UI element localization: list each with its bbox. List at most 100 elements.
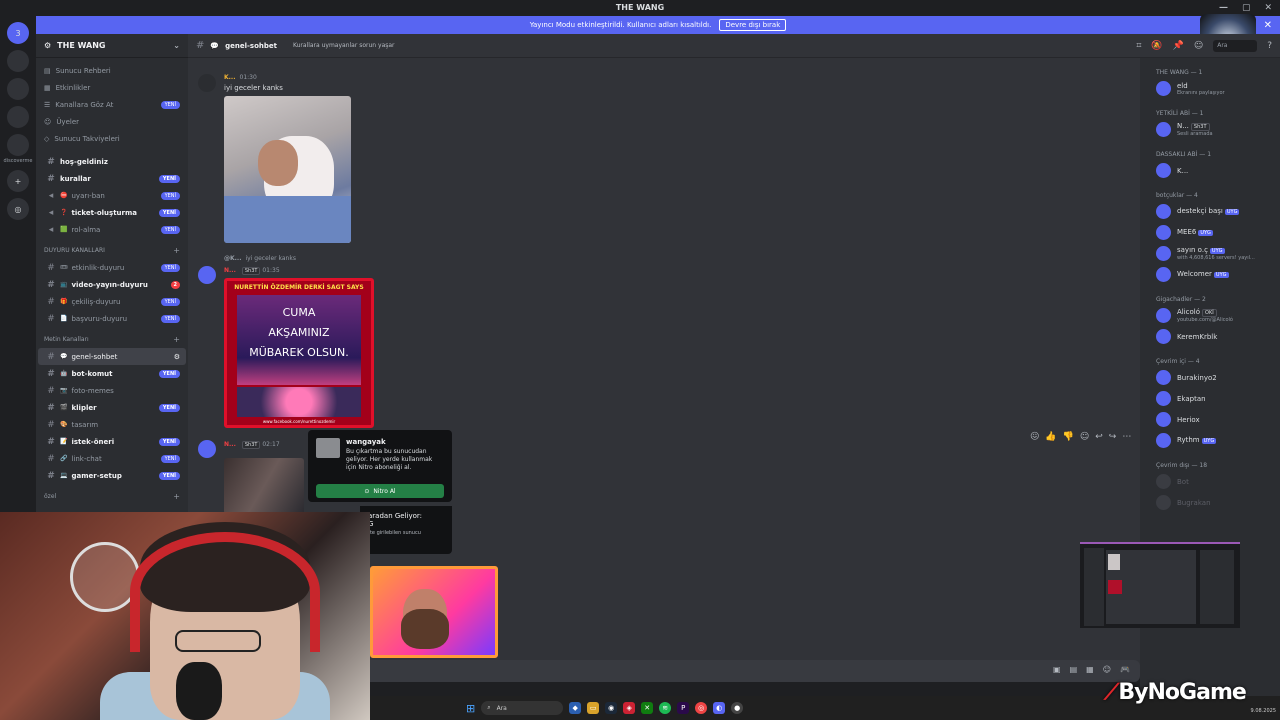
discord-icon[interactable]: ◐ [713, 702, 726, 714]
channel-ticket[interactable]: ◂ ❓ ticket-oluşturma YENİ [38, 204, 186, 221]
member-list-icon[interactable]: ☺ [1194, 41, 1203, 51]
apps-icon[interactable]: 🎮 [1120, 665, 1130, 674]
message-author[interactable]: N... [224, 267, 236, 274]
category-duyuru[interactable]: DUYURU KANALLARI + [36, 242, 188, 259]
premiere-icon[interactable]: P [677, 702, 690, 714]
obs-icon[interactable]: ● [731, 702, 744, 714]
close-window-icon[interactable]: ✕ [1264, 0, 1272, 16]
gif-icon[interactable]: ▤ [1070, 665, 1078, 674]
screen-share-preview[interactable] [1080, 542, 1240, 628]
server-icon[interactable] [7, 106, 29, 128]
add-channel-icon[interactable]: + [173, 335, 180, 344]
channel-link-chat[interactable]: # 🔗 link-chat YENİ [38, 450, 186, 467]
nav-browse-channels[interactable]: ☰ Kanallara Göz At YENİ [36, 96, 188, 113]
avatar[interactable] [198, 74, 216, 92]
channel-etkinlik-duyuru[interactable]: # 🎟 etkinlik-duyuru YENİ [38, 259, 186, 276]
message-composer[interactable]: ▣ ▤ ▦ ☺ 🎮 [360, 660, 1140, 682]
add-channel-icon[interactable]: + [173, 492, 180, 501]
member-item[interactable]: Bot [1140, 471, 1280, 492]
copilot-icon[interactable]: ◆ [569, 702, 582, 714]
channel-foto-memes[interactable]: # 📷 foto-memes [38, 382, 186, 399]
windows-start-icon[interactable]: ⊞ [466, 702, 475, 715]
member-item[interactable]: K... [1140, 160, 1280, 181]
get-nitro-button[interactable]: ⊙ Nitro Al [316, 484, 444, 498]
member-item[interactable]: Heriox [1140, 409, 1280, 430]
member-item[interactable]: KeremKrblk [1140, 326, 1280, 347]
member-item[interactable]: sayın o.ç UYG with 4,608,616 servers! yayı… [1140, 243, 1280, 264]
disable-streamer-mode-button[interactable]: Devre dışı bırak [719, 19, 787, 31]
avatar[interactable] [198, 440, 216, 458]
member-item[interactable]: eld Ekranını paylaşıyor [1140, 78, 1280, 99]
spotify-icon[interactable]: ≋ [659, 702, 672, 714]
channel-basvuru-duyuru[interactable]: # 📄 başvuru-duyuru YENİ [38, 310, 186, 327]
reply-preview[interactable]: @K... iyi geceler kanks [224, 255, 296, 262]
member-item[interactable]: Welcomer UYG [1140, 264, 1280, 285]
avatar[interactable] [198, 266, 216, 284]
server-icon[interactable] [7, 78, 29, 100]
channel-topic[interactable]: Kurallara uymayanlar sorun yaşar [293, 42, 395, 49]
dm-home-icon[interactable]: 3 [7, 22, 29, 44]
app-icon[interactable]: ◈ [623, 702, 636, 714]
server-icon[interactable] [7, 134, 29, 156]
help-icon[interactable]: ? [1267, 41, 1272, 51]
channel-rol-alma[interactable]: ◂ 🟩 rol-alma YENİ [38, 221, 186, 238]
pin-icon[interactable]: 📌 [1173, 41, 1184, 51]
nav-server-guide[interactable]: ▤ Sunucu Rehberi [36, 62, 188, 79]
channel-genel-sohbet[interactable]: # 💬 genel-sohbet ⚙ [38, 348, 186, 365]
gift-icon[interactable]: ▣ [1053, 665, 1061, 674]
nav-events[interactable]: ▦ Etkinlikler [36, 79, 188, 96]
member-item[interactable]: MEE6 UYG [1140, 222, 1280, 243]
guild-header[interactable]: ⚙ THE WANG ⌄ [36, 34, 188, 58]
message-author[interactable]: N... [224, 441, 236, 448]
category-metin[interactable]: Metin Kanalları + [36, 331, 188, 348]
search-input[interactable]: Ara [1213, 39, 1258, 52]
reaction-emoji-icon[interactable]: 😖 [1030, 432, 1039, 442]
message-author[interactable]: K... [224, 74, 236, 81]
member-item[interactable]: Alicoló OKİ youtube.com/@Alicoló [1140, 305, 1280, 326]
member-item[interactable]: Bugrakan [1140, 492, 1280, 513]
channel-video-yayin-duyuru[interactable]: # 📺 video-yayın-duyuru 2 [38, 276, 186, 293]
sticker-icon[interactable]: ▦ [1086, 665, 1094, 674]
channel-uyari-ban[interactable]: ◂ ⛔ uyarı-ban YENİ [38, 187, 186, 204]
channel-tasarim[interactable]: # 🎨 tasarım [38, 416, 186, 433]
channel-bot-komut[interactable]: # 🤖 bot-komut YENİ [38, 365, 186, 382]
channel-cekilis-duyuru[interactable]: # 🎁 çekiliş-duyuru YENİ [38, 293, 186, 310]
chrome-icon[interactable]: ◎ [695, 702, 708, 714]
source-server[interactable]: G [368, 520, 444, 528]
discover-icon[interactable]: ◎ [7, 198, 29, 220]
channel-hos-geldiniz[interactable]: # hoş-geldiniz [38, 153, 186, 170]
taskbar-search[interactable]: ⌕ Ara [481, 701, 564, 715]
channel-klipler[interactable]: # 🎬 klipler YENİ [38, 399, 186, 416]
channel-kurallar[interactable]: # kurallar YENİ [38, 170, 186, 187]
xbox-icon[interactable]: ✕ [641, 702, 654, 714]
member-item[interactable]: Ekaptan [1140, 388, 1280, 409]
steam-icon[interactable]: ◉ [605, 702, 618, 714]
add-channel-icon[interactable]: + [173, 246, 180, 255]
member-item[interactable]: Burakinyo2 [1140, 367, 1280, 388]
channel-istek-oneri[interactable]: # 📝 istek-öneri YENİ [38, 433, 186, 450]
attached-greeting-image[interactable]: NURETTİN ÖZDEMİR DERKİ SAGT SAYS CUMA AK… [224, 278, 374, 428]
more-options-icon[interactable]: ⋯ [1122, 432, 1131, 442]
nav-boosts[interactable]: ◇ Sunucu Takviyeleri [36, 130, 188, 147]
reply-icon[interactable]: ↩ [1095, 432, 1103, 442]
emoji-icon[interactable]: ☺ [1103, 665, 1111, 674]
channel-gamer-setup[interactable]: # 💻 gamer-setup YENİ [38, 467, 186, 484]
file-explorer-icon[interactable]: ▭ [587, 702, 600, 714]
settings-gear-icon[interactable]: ⚙ [174, 353, 180, 361]
attached-photo[interactable] [224, 96, 351, 243]
add-server-icon[interactable]: + [7, 170, 29, 192]
member-item[interactable]: N... Sh3T Sesli aramada [1140, 119, 1280, 140]
reaction-thumbsup-icon[interactable]: 👍 [1045, 432, 1056, 442]
category-ozel[interactable]: özel + [36, 488, 188, 505]
mute-bell-icon[interactable]: 🔕 [1151, 41, 1162, 51]
nav-members[interactable]: ☺ Üyeler [36, 113, 188, 130]
attached-video-thumbnail[interactable] [224, 458, 304, 514]
close-notice-icon[interactable]: ✕ [1264, 20, 1272, 31]
threads-icon[interactable]: ⌗ [1136, 41, 1141, 51]
attached-character-image[interactable] [370, 566, 498, 658]
add-reaction-icon[interactable]: ☺ [1080, 432, 1089, 442]
reaction-thumbsdown-icon[interactable]: 👎 [1063, 432, 1074, 442]
member-item[interactable]: destekçi başı UYG [1140, 201, 1280, 222]
forward-icon[interactable]: ↪ [1109, 432, 1117, 442]
server-icon[interactable] [7, 50, 29, 72]
